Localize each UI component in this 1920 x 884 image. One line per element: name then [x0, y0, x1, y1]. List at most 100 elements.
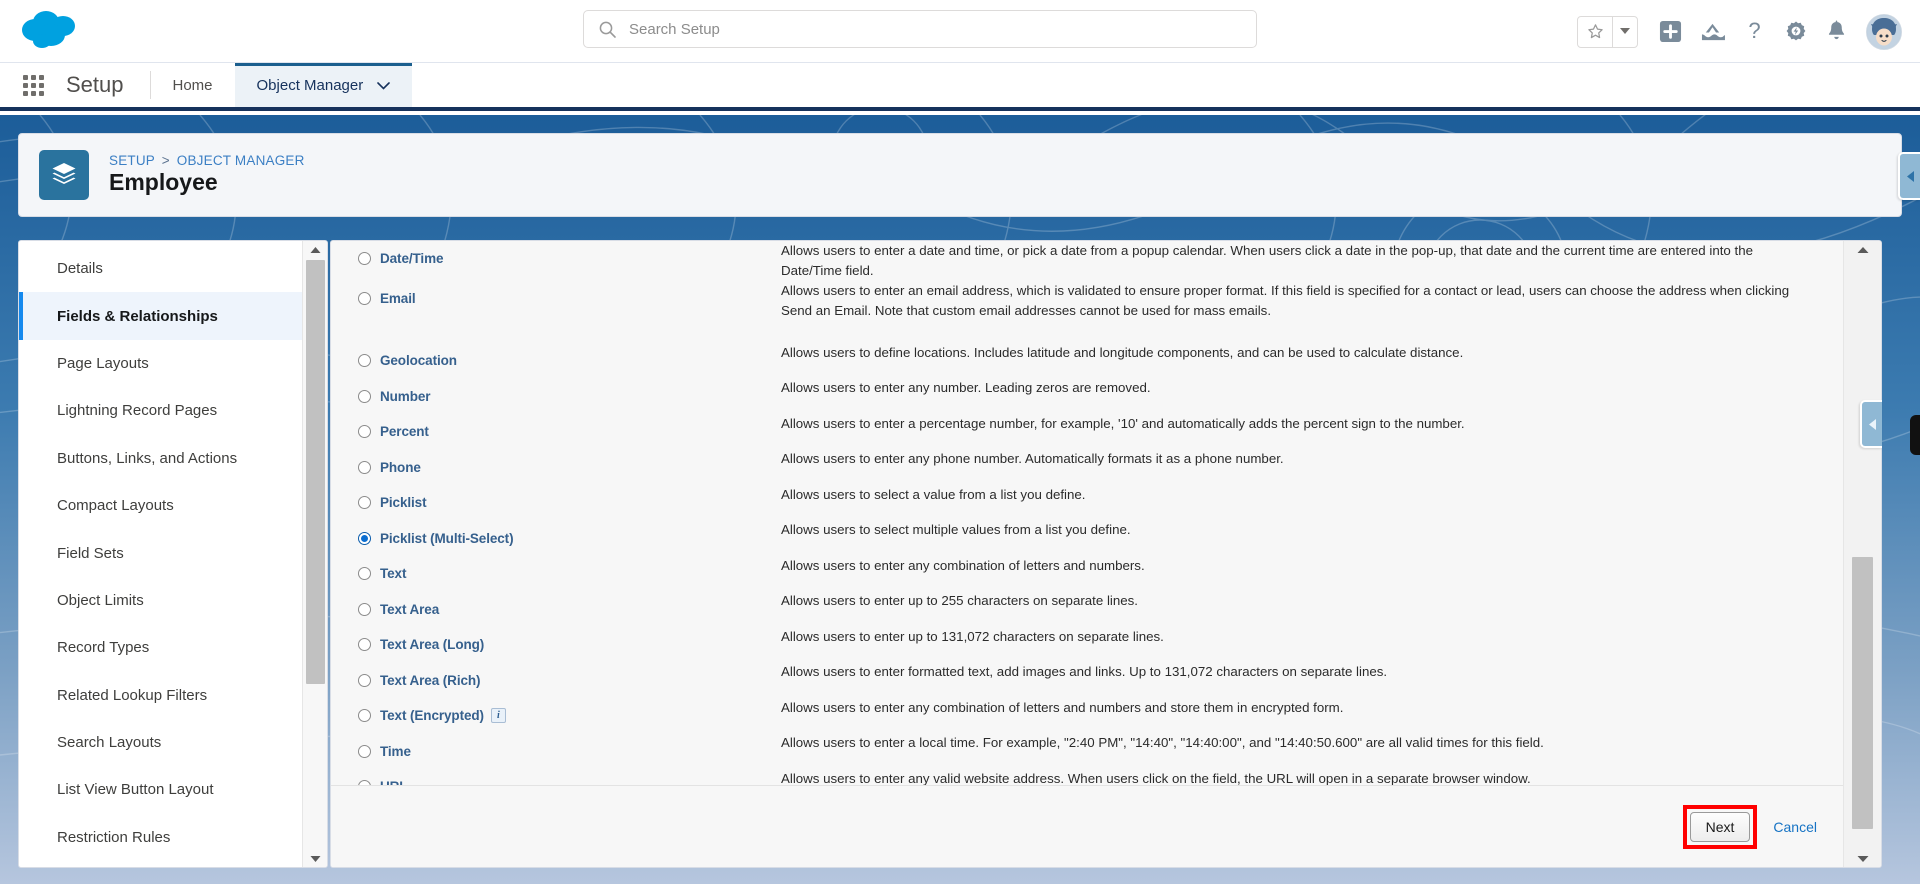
setup-gear-icon[interactable]	[1784, 12, 1808, 52]
sidebar-item-page-layouts[interactable]: Page Layouts	[19, 340, 302, 387]
radio-option-phone[interactable]: Phone	[358, 449, 781, 485]
breadcrumb-object-manager[interactable]: OBJECT MANAGER	[177, 153, 305, 168]
radio-button[interactable]	[358, 292, 371, 306]
wizard-footer: Next Cancel	[331, 785, 1843, 867]
radio-option-time[interactable]: Time	[358, 733, 781, 769]
collapse-panel-handle-middle[interactable]	[1860, 400, 1882, 448]
sidebar-scroll-down-icon[interactable]	[303, 850, 327, 867]
field-type-option[interactable]: Date/Time	[331, 241, 781, 281]
field-type-description: Allows users to enter a percentage numbe…	[781, 415, 1465, 431]
field-type-option[interactable]: Text	[331, 556, 781, 592]
sidebar-item-record-types[interactable]: Record Types	[19, 624, 302, 671]
content-scroll-up-icon[interactable]	[1844, 241, 1881, 258]
user-avatar[interactable]	[1866, 13, 1902, 50]
field-type-option[interactable]: Phone	[331, 449, 781, 485]
radio-option-percent[interactable]: Percent	[358, 414, 781, 450]
radio-option-geolocation[interactable]: Geolocation	[358, 343, 781, 379]
favorites-star-icon[interactable]	[1578, 17, 1612, 47]
radio-button[interactable]	[358, 252, 371, 266]
edge-drag-nub[interactable]	[1910, 415, 1920, 455]
field-type-option[interactable]: Text Area (Long)	[331, 627, 781, 663]
radio-button[interactable]	[358, 709, 371, 722]
radio-label: Email	[380, 291, 416, 307]
radio-label: Time	[380, 743, 411, 759]
field-type-option[interactable]: Time	[331, 733, 781, 769]
field-type-option[interactable]: Text (Encrypted) i	[331, 698, 781, 734]
content-scroll-thumb[interactable]	[1852, 557, 1873, 829]
field-type-option[interactable]: Number	[331, 378, 781, 414]
sidebar-item-fields-relationships[interactable]: Fields & Relationships	[19, 292, 303, 341]
sidebar-item-related-lookup-filters[interactable]: Related Lookup Filters	[19, 672, 302, 719]
radio-option-text-area[interactable]: Text Area	[358, 591, 781, 627]
radio-button[interactable]	[358, 460, 371, 474]
salesforce-cloud-logo[interactable]	[18, 6, 90, 56]
sidebar-item-restriction-rules[interactable]: Restriction Rules	[19, 814, 302, 861]
radio-option-text[interactable]: Text	[358, 556, 781, 592]
radio-button-selected[interactable]	[358, 531, 371, 545]
sidebar-scroll-thumb[interactable]	[306, 260, 326, 684]
radio-button[interactable]	[358, 389, 371, 403]
svg-text:?: ?	[1748, 19, 1760, 43]
help-icon[interactable]: ?	[1743, 12, 1766, 52]
radio-option-picklist-multi-select[interactable]: Picklist (Multi-Select)	[358, 520, 781, 556]
field-type-row: Geolocation Allows users to define locati…	[331, 343, 1843, 379]
radio-button[interactable]	[358, 673, 371, 687]
sidebar-item-buttons-links-and-actions[interactable]: Buttons, Links, and Actions	[19, 435, 302, 482]
radio-option-number[interactable]: Number	[358, 378, 781, 414]
sidebar-item-list-view-button-layout[interactable]: List View Button Layout	[19, 766, 302, 813]
radio-button[interactable]	[358, 638, 371, 651]
radio-button[interactable]	[358, 425, 371, 438]
sidebar-item-compact-layouts[interactable]: Compact Layouts	[19, 482, 302, 529]
sidebar-item-search-layouts[interactable]: Search Layouts	[19, 719, 302, 766]
search-icon	[598, 20, 617, 39]
radio-button[interactable]	[358, 496, 371, 509]
radio-option-text-encrypted[interactable]: Text (Encrypted) i	[358, 698, 781, 734]
favorites-dropdown-icon[interactable]	[1613, 17, 1637, 47]
search-box[interactable]	[583, 10, 1257, 48]
radio-button[interactable]	[358, 602, 371, 616]
radio-option-picklist[interactable]: Picklist	[358, 485, 781, 521]
global-search[interactable]	[583, 10, 1257, 48]
field-type-option[interactable]: Text Area (Rich)	[331, 662, 781, 698]
trailhead-icon[interactable]	[1700, 12, 1725, 52]
sidebar-item-field-sets[interactable]: Field Sets	[19, 529, 302, 576]
radio-option-text-area-rich[interactable]: Text Area (Rich)	[358, 662, 781, 698]
sidebar-scrollbar[interactable]	[302, 241, 327, 867]
field-type-option[interactable]: Picklist (Multi-Select)	[331, 520, 781, 556]
collapse-panel-handle-top[interactable]	[1898, 152, 1920, 200]
field-type-option[interactable]: Geolocation	[331, 343, 781, 379]
sidebar-item-lightning-record-pages[interactable]: Lightning Record Pages	[19, 387, 302, 434]
search-input[interactable]	[629, 11, 1189, 47]
nav-tab-home[interactable]: Home	[151, 63, 235, 107]
field-type-option[interactable]: Picklist	[331, 485, 781, 521]
field-type-option[interactable]: Email	[331, 281, 781, 321]
radio-button[interactable]	[358, 354, 371, 367]
favorites-control[interactable]	[1577, 15, 1638, 48]
sidebar-item-details[interactable]: Details	[19, 245, 302, 292]
radio-label: Text Area	[380, 601, 440, 617]
app-launcher-waffle-icon[interactable]	[0, 63, 66, 107]
radio-option-email[interactable]: Email	[358, 281, 781, 317]
nav-tab-object-manager[interactable]: Object Manager	[234, 63, 413, 107]
chevron-down-icon[interactable]	[377, 77, 391, 94]
field-type-option[interactable]: Text Area	[331, 591, 781, 627]
info-icon[interactable]: i	[490, 708, 506, 723]
content-scroll-down-icon[interactable]	[1844, 850, 1881, 867]
field-type-option[interactable]: Percent	[331, 414, 781, 450]
radio-option-date-time[interactable]: Date/Time	[358, 241, 781, 277]
cancel-link[interactable]: Cancel	[1773, 819, 1817, 835]
radio-option-text-area-long[interactable]: Text Area (Long)	[358, 627, 781, 663]
sidebar-item-label: Restriction Rules	[57, 828, 171, 846]
sidebar-item-label: Details	[57, 260, 103, 278]
radio-button[interactable]	[358, 567, 371, 580]
sidebar-item-object-limits[interactable]: Object Limits	[19, 577, 302, 624]
breadcrumb-setup[interactable]: SETUP	[109, 153, 155, 168]
notifications-bell-icon[interactable]	[1826, 12, 1847, 52]
next-button[interactable]: Next	[1689, 811, 1751, 842]
sidebar-scroll-up-icon[interactable]	[303, 241, 327, 258]
radio-label: Text Area (Long)	[380, 637, 485, 652]
field-type-list: Date/Time Allows users to enter a date an…	[331, 241, 1843, 787]
content-scrollbar[interactable]	[1843, 241, 1881, 867]
radio-button[interactable]	[358, 744, 371, 758]
add-icon[interactable]	[1659, 12, 1682, 52]
